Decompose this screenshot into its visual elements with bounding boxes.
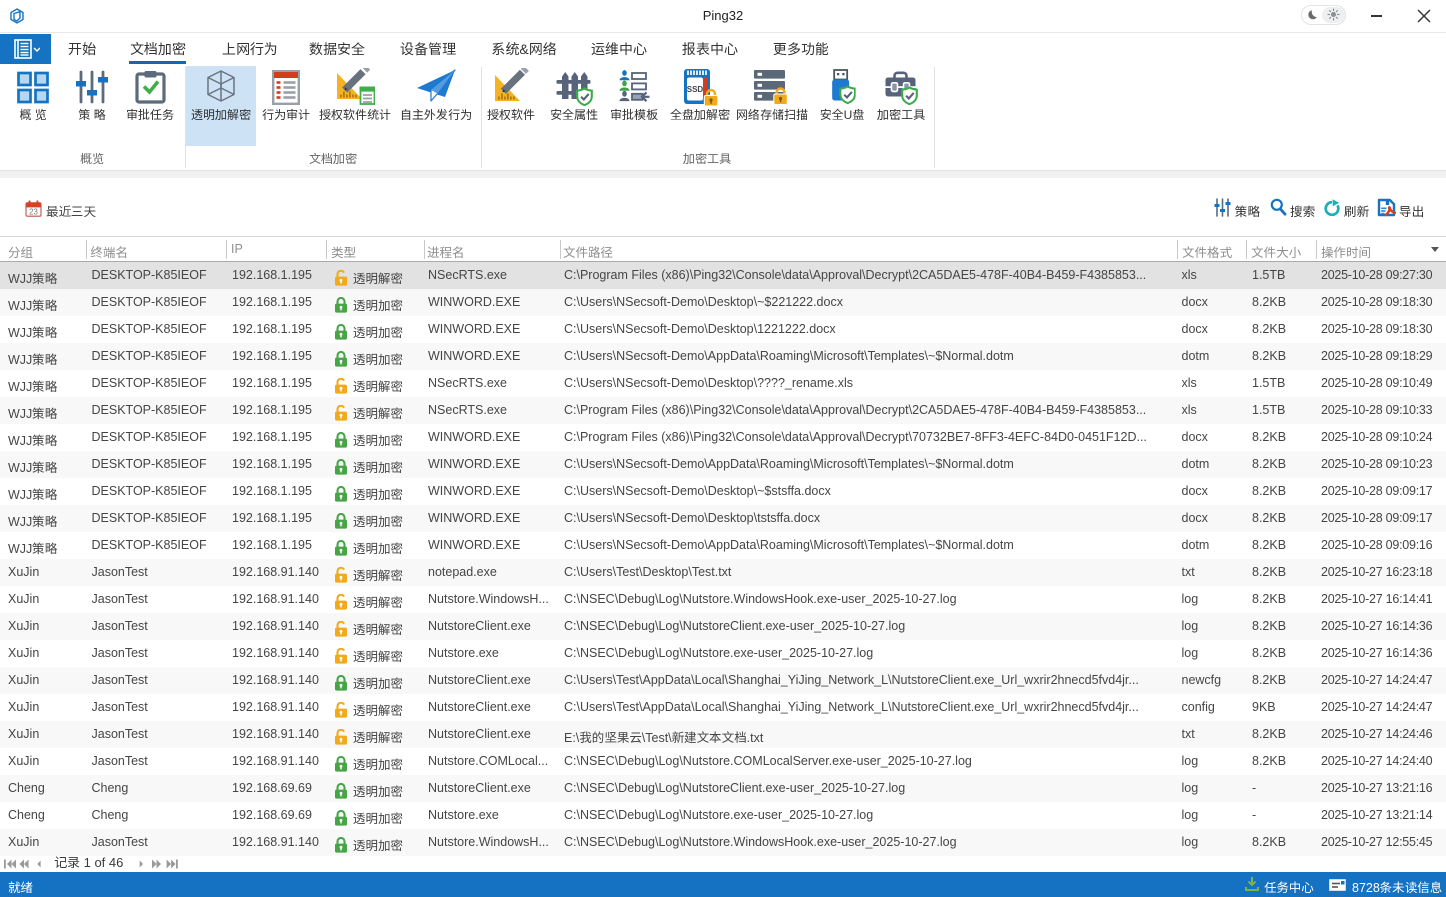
svg-text:SSD: SSD bbox=[687, 85, 704, 94]
svg-text:23: 23 bbox=[29, 207, 38, 216]
